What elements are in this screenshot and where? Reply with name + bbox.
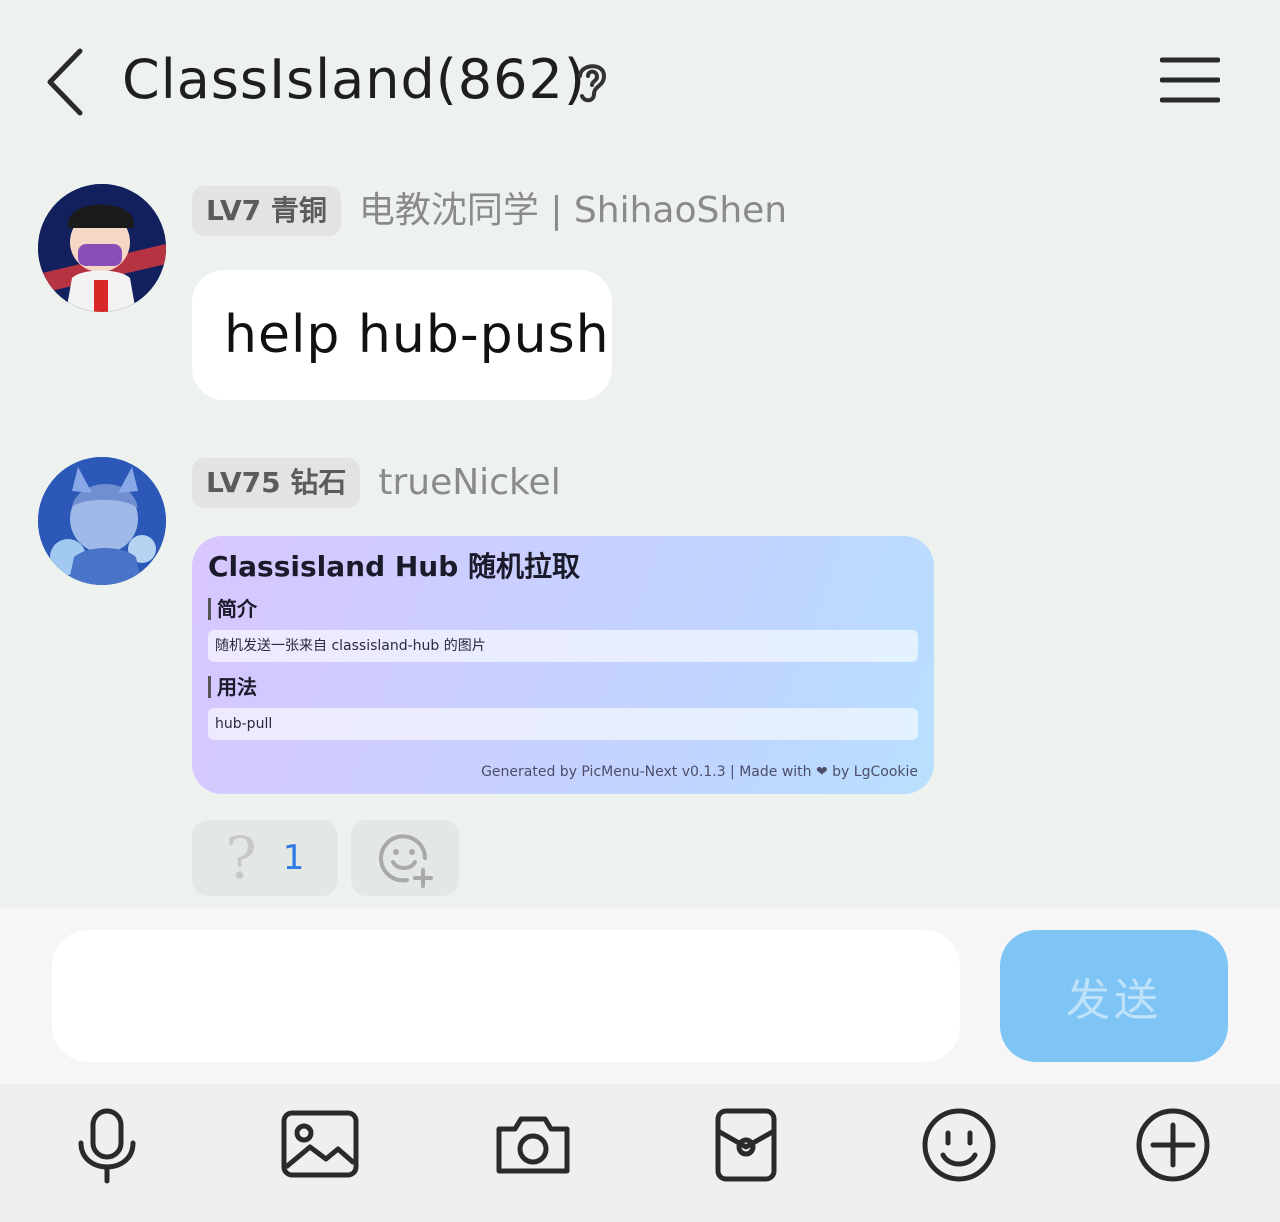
add-emoji-icon: [379, 834, 433, 888]
message-meta: LV7 青铜 电教沈同学 | ShihaoShen: [192, 186, 787, 236]
card-section-text: hub-pull: [208, 708, 918, 740]
mic-icon: [78, 1108, 136, 1184]
image-button[interactable]: [275, 1100, 365, 1190]
question-mark-icon: ?: [225, 824, 257, 892]
image-message-card[interactable]: Classisland Hub 随机拉取 简介 随机发送一张来自 classis…: [192, 536, 934, 794]
emoji-button[interactable]: [914, 1100, 1004, 1190]
red-packet-icon: [715, 1108, 777, 1182]
message-text: help hub-push: [224, 305, 610, 365]
level-badge: LV7 青铜: [192, 186, 341, 236]
card-section-title: 用法: [208, 676, 918, 698]
composer-toolbar: [0, 1084, 1280, 1222]
level-badge: LV75 钻石: [192, 458, 361, 508]
red-packet-button[interactable]: [701, 1100, 791, 1190]
reaction-count: 1: [282, 838, 305, 878]
chevron-left-icon: [47, 48, 83, 116]
reaction-chip[interactable]: ? 1: [192, 820, 338, 896]
plus-button[interactable]: [1128, 1100, 1218, 1190]
image-icon: [281, 1110, 359, 1178]
card-section-text: 随机发送一张来自 classisland-hub 的图片: [208, 630, 918, 662]
chat-header: ClassIsland(862): [0, 0, 1280, 160]
emoji-icon: [922, 1108, 996, 1182]
avatar[interactable]: [38, 457, 166, 585]
card-section-title: 简介: [208, 598, 918, 620]
message-meta: LV75 钻石 trueNickel: [192, 458, 561, 508]
send-button[interactable]: 发送: [1000, 930, 1228, 1062]
camera-icon: [496, 1116, 570, 1174]
mic-button[interactable]: [62, 1100, 152, 1190]
message-input[interactable]: [52, 930, 960, 1062]
sender-name[interactable]: trueNickel: [378, 463, 560, 503]
card-footer: Generated by PicMenu-Next v0.1.3 | Made …: [481, 764, 918, 780]
back-button[interactable]: [36, 44, 96, 120]
avatar-image: [38, 184, 166, 312]
camera-button[interactable]: [488, 1100, 578, 1190]
menu-button[interactable]: [1154, 48, 1226, 112]
avatar-image: [38, 457, 166, 585]
card-title: Classisland Hub 随机拉取: [208, 550, 581, 583]
avatar[interactable]: [38, 184, 166, 312]
hamburger-menu-icon: [1160, 57, 1220, 103]
composer: 发送: [0, 908, 1280, 1084]
ear-icon[interactable]: [570, 56, 614, 106]
plus-icon: [1136, 1108, 1210, 1182]
message-bubble[interactable]: help hub-push: [192, 270, 612, 400]
add-reaction-button[interactable]: [351, 820, 459, 896]
sender-name[interactable]: 电教沈同学 | ShihaoShen: [359, 191, 787, 231]
chat-title: ClassIsland(862): [122, 48, 586, 111]
